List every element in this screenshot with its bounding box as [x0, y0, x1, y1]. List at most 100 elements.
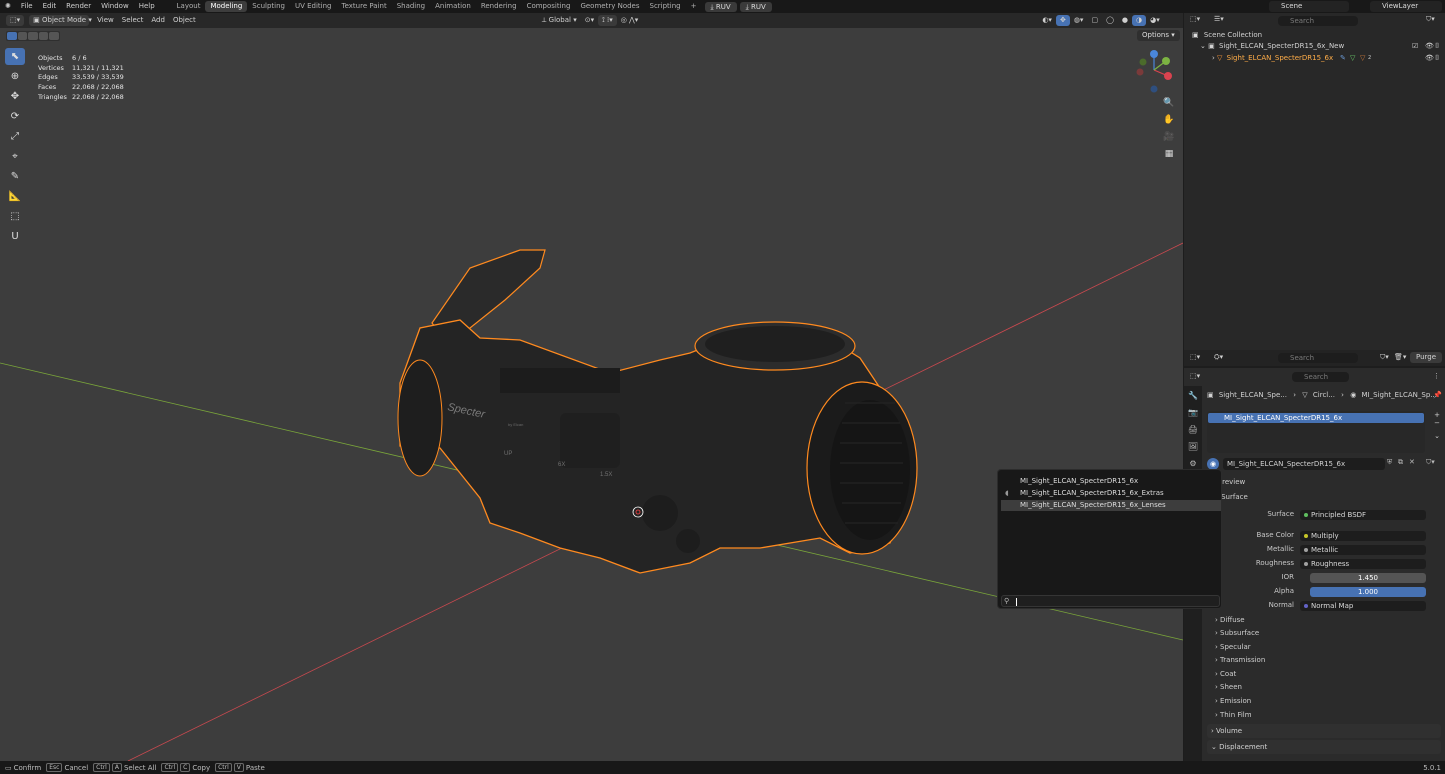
- diffuse-section[interactable]: › Diffuse: [1215, 615, 1245, 626]
- perspective-grid-icon[interactable]: ▦: [1162, 147, 1176, 161]
- fake-user-shield-icon[interactable]: ⛨: [1387, 458, 1392, 467]
- editor-type-button[interactable]: ⬚▾: [6, 15, 25, 26]
- coat-section[interactable]: › Coat: [1215, 669, 1236, 680]
- tab-scripting[interactable]: Scripting: [645, 1, 686, 12]
- tab-shading[interactable]: Shading: [392, 1, 430, 12]
- output-tab-icon[interactable]: 🖨: [1186, 423, 1200, 437]
- move-icon[interactable]: ✥: [5, 88, 25, 105]
- properties-menu-icon[interactable]: ⋮: [1433, 372, 1440, 380]
- ior-field[interactable]: 1.450: [1310, 573, 1426, 583]
- blender-logo-icon[interactable]: ✺: [0, 0, 16, 13]
- annotate-icon[interactable]: ✎: [5, 168, 25, 185]
- duplicate-material-icon[interactable]: ⧉: [1398, 458, 1403, 467]
- tab-texture-paint[interactable]: Texture Paint: [337, 1, 392, 12]
- render-camera-icon[interactable]: ⌷: [1435, 41, 1439, 52]
- pin-icon[interactable]: 📌: [1433, 390, 1442, 400]
- normal-field[interactable]: Normal Map: [1300, 601, 1426, 611]
- shading-material-icon[interactable]: ◑: [1132, 15, 1147, 26]
- slot-menu-icon[interactable]: ⌄: [1432, 432, 1442, 440]
- select-subtract-icon[interactable]: [28, 32, 38, 40]
- filter-icon[interactable]: ⛉▾: [1380, 353, 1389, 362]
- checkbox-icon[interactable]: ☑: [1412, 41, 1418, 52]
- display-mode-icon[interactable]: ☰▾: [1214, 15, 1224, 23]
- material-name-field[interactable]: MI_Sight_ELCAN_SpecterDR15_6x: [1223, 458, 1385, 470]
- uv-tool-icon[interactable]: U: [5, 228, 25, 245]
- thin-film-section[interactable]: › Thin Film: [1215, 710, 1252, 721]
- remove-slot-icon[interactable]: −: [1432, 419, 1442, 427]
- collection-row[interactable]: ⌄ ▣ Sight_ELCAN_SpecterDR15_6x_New ☑ 👁 ⌷: [1184, 41, 1445, 52]
- tab-rendering[interactable]: Rendering: [476, 1, 522, 12]
- scene-collection-row[interactable]: ▣ Scene Collection: [1184, 30, 1445, 41]
- material-options-icon[interactable]: ⛉▾: [1426, 458, 1435, 467]
- tab-geometry-nodes[interactable]: Geometry Nodes: [575, 1, 644, 12]
- select-extend-icon[interactable]: [17, 32, 28, 40]
- transmission-section[interactable]: › Transmission: [1215, 655, 1265, 666]
- transform-icon[interactable]: ⌖: [5, 148, 25, 165]
- menu-view[interactable]: View: [93, 15, 118, 26]
- select-invert-icon[interactable]: [38, 32, 49, 40]
- shading-rendered-icon[interactable]: ◕▾: [1146, 15, 1164, 26]
- orientation-dropdown[interactable]: ⟂ Global ▾: [538, 15, 581, 26]
- menu-object[interactable]: Object: [169, 15, 200, 26]
- options-button[interactable]: Options ▾: [1137, 30, 1180, 41]
- material-slot-item[interactable]: MI_Sight_ELCAN_SpecterDR15_6x: [1208, 413, 1424, 423]
- view-layer-tab-icon[interactable]: 🖼: [1186, 440, 1200, 454]
- object-row[interactable]: › ▽ Sight_ELCAN_SpecterDR15_6x ✎ ▽ ▽ 2 👁…: [1184, 53, 1445, 64]
- subsurface-section[interactable]: › Subsurface: [1215, 628, 1259, 639]
- popup-item-lenses[interactable]: MI_Sight_ELCAN_SpecterDR15_6x_Lenses: [1001, 500, 1221, 511]
- assets-search-input[interactable]: Search: [1278, 353, 1358, 363]
- tab-compositing[interactable]: Compositing: [522, 1, 576, 12]
- select-new-icon[interactable]: [7, 32, 17, 40]
- proportional-edit-icon[interactable]: ◎ ⋀▾: [617, 15, 643, 26]
- menu-file[interactable]: File: [16, 0, 38, 13]
- eye-icon[interactable]: 👁: [1425, 53, 1434, 64]
- volume-panel[interactable]: › Volume: [1207, 724, 1441, 738]
- pivot-icon[interactable]: ⊙▾: [581, 15, 598, 26]
- select-mode-buttons[interactable]: [6, 31, 60, 41]
- tab-uv-editing[interactable]: UV Editing: [290, 1, 337, 12]
- zoom-icon[interactable]: 🔍: [1162, 96, 1176, 110]
- display-mode-icon[interactable]: ⛭▾: [1214, 353, 1223, 362]
- purge-button[interactable]: Purge: [1410, 352, 1443, 363]
- pan-hand-icon[interactable]: ✋: [1162, 113, 1176, 127]
- roughness-field[interactable]: Roughness: [1300, 559, 1426, 569]
- menu-window[interactable]: Window: [96, 0, 134, 13]
- navigation-gizmo[interactable]: [1133, 48, 1175, 94]
- metallic-field[interactable]: Metallic: [1300, 545, 1426, 555]
- xray-icon[interactable]: ▢: [1087, 15, 1102, 26]
- properties-search-input[interactable]: Search: [1292, 372, 1349, 382]
- menu-select[interactable]: Select: [118, 15, 148, 26]
- filter-icon[interactable]: ⛉▾: [1426, 15, 1435, 24]
- trash-icon[interactable]: 🗑▾: [1394, 353, 1406, 361]
- add-slot-icon[interactable]: +: [1432, 411, 1442, 419]
- snap-icon[interactable]: ⟟ ⁞▾: [598, 15, 617, 26]
- tab-layout[interactable]: Layout: [172, 1, 206, 12]
- rotate-icon[interactable]: ⟳: [5, 108, 25, 125]
- outliner-editor-type-icon[interactable]: ⬚▾: [1190, 15, 1200, 23]
- menu-add[interactable]: Add: [147, 15, 169, 26]
- base-color-field[interactable]: Multiply: [1300, 531, 1426, 541]
- unlink-material-icon[interactable]: ✕: [1409, 458, 1415, 466]
- alpha-slider[interactable]: 1.000: [1310, 587, 1426, 597]
- scale-icon[interactable]: ⤢: [5, 128, 25, 145]
- scene-selector[interactable]: Scene: [1269, 1, 1349, 12]
- properties-editor-type-icon[interactable]: ⬚▾: [1190, 372, 1200, 380]
- cursor-icon[interactable]: ⊕: [5, 68, 25, 85]
- measure-icon[interactable]: 📐: [5, 188, 25, 205]
- eye-icon[interactable]: 👁: [1425, 41, 1434, 52]
- specular-section[interactable]: › Specular: [1215, 642, 1251, 653]
- menu-help[interactable]: Help: [134, 0, 160, 13]
- view-layer-selector[interactable]: ViewLayer: [1370, 1, 1442, 12]
- tab-modeling[interactable]: Modeling: [205, 1, 248, 12]
- render-tab-icon[interactable]: 📷: [1186, 406, 1200, 420]
- shading-wireframe-icon[interactable]: ◯: [1102, 15, 1118, 26]
- material-slot-list[interactable]: MI_Sight_ELCAN_SpecterDR15_6x: [1207, 411, 1425, 453]
- tab-animation[interactable]: Animation: [430, 1, 476, 12]
- ruv-button-2[interactable]: ⤓ RUV: [739, 1, 772, 12]
- tab-sculpting[interactable]: Sculpting: [247, 1, 290, 12]
- chevron-down-icon[interactable]: ⌄: [1200, 42, 1206, 50]
- popup-item-extras[interactable]: ◖ MI_Sight_ELCAN_SpecterDR15_6x_Extras: [1001, 488, 1221, 499]
- popup-item-material[interactable]: MI_Sight_ELCAN_SpecterDR15_6x: [1001, 476, 1221, 487]
- select-intersect-icon[interactable]: [49, 32, 59, 40]
- add-cube-icon[interactable]: ⬚: [5, 208, 25, 225]
